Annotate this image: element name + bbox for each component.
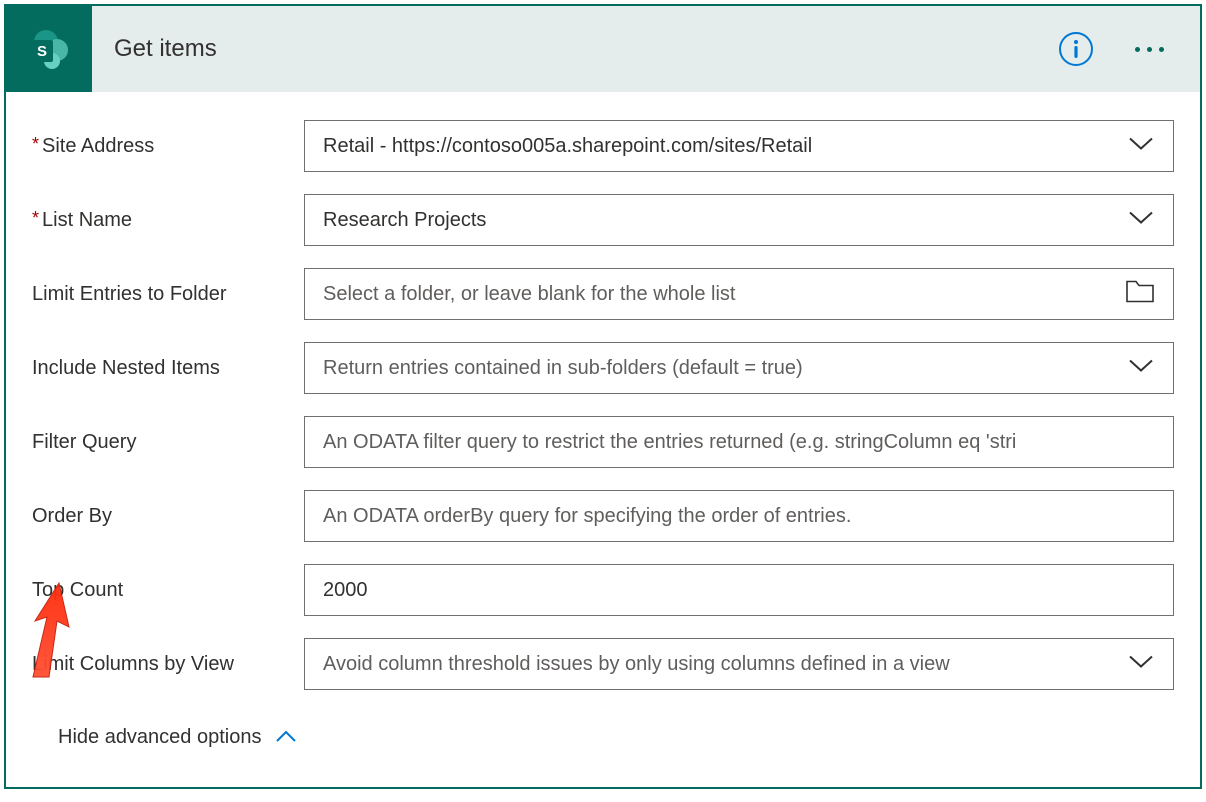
label-limit-columns: Limit Columns by View [32,653,304,676]
limit-folder-input[interactable] [304,268,1174,320]
field-row-limit-columns: Limit Columns by View Avoid column thres… [32,638,1174,690]
header-actions [1057,30,1200,68]
field-row-site-address: * Site Address Retail - https://contoso0… [32,120,1174,172]
folder-picker-icon[interactable] [1126,281,1154,308]
include-nested-dropdown[interactable]: Return entries contained in sub-folders … [304,342,1174,394]
card-title: Get items [92,35,1057,63]
sharepoint-logo-icon: S [25,25,73,73]
action-card: S Get items * Site Address [4,4,1202,789]
dropdown-value: Retail - https://contoso005a.sharepoint.… [323,135,812,158]
toggle-advanced-options[interactable]: Hide advanced options [32,712,1174,769]
order-by-input[interactable] [304,490,1174,542]
site-address-dropdown[interactable]: Retail - https://contoso005a.sharepoint.… [304,120,1174,172]
more-menu-icon[interactable] [1135,47,1164,52]
sharepoint-icon: S [6,6,92,92]
dropdown-value: Research Projects [323,209,486,232]
top-count-input[interactable] [304,564,1174,616]
label-text: Filter Query [32,431,136,454]
label-text: List Name [42,209,132,232]
label-text: Top Count [32,579,123,602]
card-header: S Get items [6,6,1200,92]
label-include-nested: Include Nested Items [32,357,304,380]
field-row-order-by: Order By [32,490,1174,542]
dropdown-placeholder: Return entries contained in sub-folders … [323,357,803,380]
label-top-count: Top Count [32,579,304,602]
label-site-address: * Site Address [32,135,304,158]
field-row-list-name: * List Name Research Projects [32,194,1174,246]
label-text: Site Address [42,135,154,158]
card-form: * Site Address Retail - https://contoso0… [6,92,1200,787]
filter-query-input[interactable] [304,416,1174,468]
required-asterisk-icon: * [32,208,39,229]
dropdown-placeholder: Avoid column threshold issues by only us… [323,653,950,676]
svg-text:S: S [37,43,47,60]
label-text: Include Nested Items [32,357,220,380]
limit-columns-dropdown[interactable]: Avoid column threshold issues by only us… [304,638,1174,690]
field-row-filter-query: Filter Query [32,416,1174,468]
toggle-label: Hide advanced options [58,726,261,749]
required-asterisk-icon: * [32,134,39,155]
field-row-limit-folder: Limit Entries to Folder [32,268,1174,320]
label-text: Order By [32,505,112,528]
field-row-top-count: Top Count [32,564,1174,616]
label-text: Limit Entries to Folder [32,283,227,306]
label-filter-query: Filter Query [32,431,304,454]
label-limit-folder: Limit Entries to Folder [32,283,304,306]
chevron-up-icon [275,726,297,749]
label-text: Limit Columns by View [32,653,234,676]
field-row-include-nested: Include Nested Items Return entries cont… [32,342,1174,394]
label-order-by: Order By [32,505,304,528]
list-name-dropdown[interactable]: Research Projects [304,194,1174,246]
info-icon[interactable] [1057,30,1095,68]
label-list-name: * List Name [32,209,304,232]
